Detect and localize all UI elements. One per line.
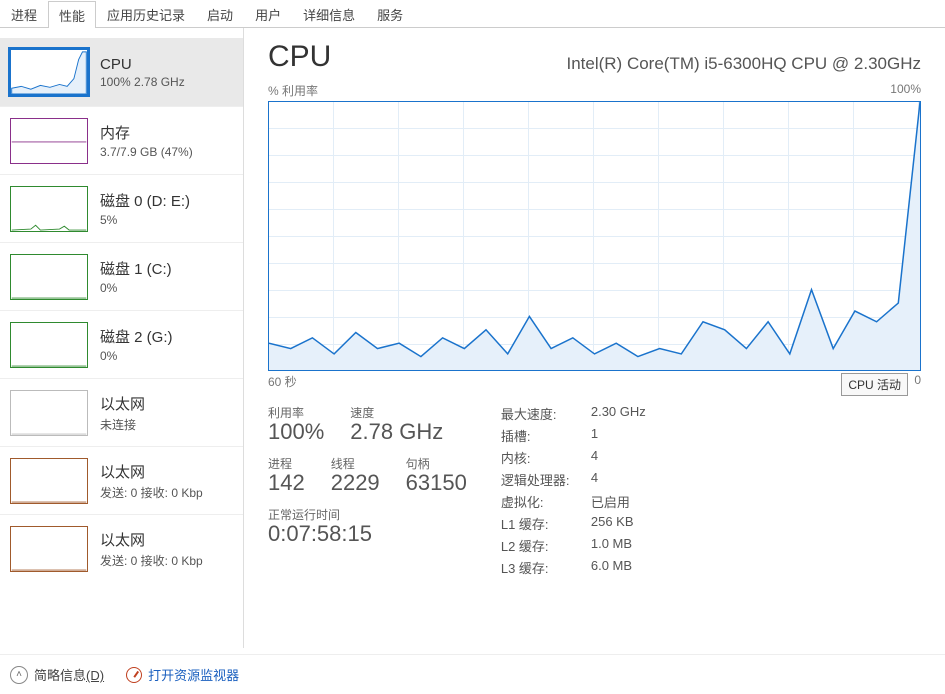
tab-启动[interactable]: 启动 — [196, 0, 244, 27]
sidebar-title: 磁盘 2 (G:) — [100, 326, 173, 347]
uptime-value: 0:07:58:15 — [268, 521, 467, 547]
sidebar-item-6[interactable]: 以太网发送: 0 接收: 0 Kbp — [0, 446, 243, 514]
cpu-chart-svg — [269, 102, 920, 370]
sidebar-thumb-icon — [10, 322, 88, 368]
sidebar-item-1[interactable]: 内存 3.7/7.9 GB (47%) — [0, 106, 243, 174]
detail-title: CPU — [268, 40, 331, 74]
spec-row: 内核:4 — [501, 448, 646, 470]
sidebar-item-3[interactable]: 磁盘 1 (C:) 0% — [0, 242, 243, 310]
open-resource-monitor-link[interactable]: 打开资源监视器 — [148, 665, 239, 684]
sidebar-subtitle: 发送: 0 接收: 0 Kbp — [100, 484, 203, 501]
sidebar-title: 磁盘 0 (D: E:) — [100, 190, 190, 211]
cpu-model: Intel(R) Core(TM) i5-6300HQ CPU @ 2.30GH… — [566, 54, 921, 74]
spec-row: L3 缓存:6.0 MB — [501, 558, 646, 580]
cpu-specs: 最大速度:2.30 GHz插槽:1内核:4逻辑处理器:4虚拟化:已启用L1 缓存… — [501, 404, 646, 580]
stat-速度: 速度2.78 GHz — [350, 404, 443, 445]
tab-用户[interactable]: 用户 — [244, 0, 292, 27]
spec-row: 逻辑处理器:4 — [501, 470, 646, 492]
sidebar-title: CPU — [100, 56, 185, 73]
chart-ymax: 100% — [890, 82, 921, 99]
sidebar-subtitle: 发送: 0 接收: 0 Kbp — [100, 552, 203, 569]
tab-服务[interactable]: 服务 — [366, 0, 414, 27]
sidebar-thumb-icon — [10, 390, 88, 436]
tab-详细信息[interactable]: 详细信息 — [292, 0, 366, 27]
cpu-detail-pane: CPU Intel(R) Core(TM) i5-6300HQ CPU @ 2.… — [244, 28, 945, 648]
sidebar-item-7[interactable]: 以太网发送: 0 接收: 0 Kbp — [0, 514, 243, 582]
sidebar-thumb-icon — [10, 118, 88, 164]
sidebar-subtitle: 未连接 — [100, 416, 145, 433]
spec-row: L1 缓存:256 KB — [501, 514, 646, 536]
sidebar-title: 以太网 — [100, 461, 203, 482]
cpu-chart[interactable]: CPU 活动 — [268, 101, 921, 371]
sidebar-subtitle: 0% — [100, 281, 172, 295]
stat-句柄: 句柄63150 — [406, 455, 467, 496]
chart-xleft: 60 秒 — [268, 373, 297, 390]
sidebar-title: 磁盘 1 (C:) — [100, 258, 172, 279]
sidebar-item-0[interactable]: CPU 100% 2.78 GHz — [0, 38, 243, 106]
tab-进程[interactable]: 进程 — [0, 0, 48, 27]
chart-xright: 0 — [914, 373, 921, 390]
spec-row: 插槽:1 — [501, 426, 646, 448]
stat-进程: 进程142 — [268, 455, 305, 496]
sidebar-subtitle: 0% — [100, 349, 173, 363]
tab-应用历史记录[interactable]: 应用历史记录 — [96, 0, 196, 27]
sidebar-item-2[interactable]: 磁盘 0 (D: E:) 5% — [0, 174, 243, 242]
spec-row: L2 缓存:1.0 MB — [501, 536, 646, 558]
stat-线程: 线程2229 — [331, 455, 380, 496]
sidebar-thumb-icon — [10, 526, 88, 572]
sidebar-thumb-icon — [10, 254, 88, 300]
sidebar-title: 以太网 — [100, 393, 145, 414]
sidebar-item-5[interactable]: 以太网未连接 — [0, 378, 243, 446]
sidebar-thumb-icon — [10, 186, 88, 232]
sidebar-thumb-icon — [10, 458, 88, 504]
sidebar-thumb-icon — [10, 49, 88, 95]
sidebar-subtitle: 5% — [100, 213, 190, 227]
stat-利用率: 利用率100% — [268, 404, 324, 445]
chevron-up-icon[interactable]: ˄ — [10, 666, 28, 684]
summary-link[interactable]: 简略信息(D) — [34, 665, 104, 684]
footer-bar: ˄ 简略信息(D) 打开资源监视器 — [0, 654, 945, 694]
sidebar-subtitle: 100% 2.78 GHz — [100, 75, 185, 89]
tab-性能[interactable]: 性能 — [48, 1, 96, 28]
stats-left: 利用率100%速度2.78 GHz 进程142线程2229句柄63150 正常运… — [268, 404, 467, 580]
spec-row: 虚拟化:已启用 — [501, 492, 646, 514]
perf-sidebar: CPU 100% 2.78 GHz 内存 3.7/7.9 GB (47%) 磁盘 0 (… — [0, 28, 244, 648]
sidebar-title: 内存 — [100, 122, 193, 143]
sidebar-subtitle: 3.7/7.9 GB (47%) — [100, 145, 193, 159]
tab-bar: 进程性能应用历史记录启动用户详细信息服务 — [0, 0, 945, 28]
resource-monitor-icon — [126, 667, 142, 683]
chart-tooltip: CPU 活动 — [841, 373, 908, 396]
spec-row: 最大速度:2.30 GHz — [501, 404, 646, 426]
sidebar-item-4[interactable]: 磁盘 2 (G:) 0% — [0, 310, 243, 378]
chart-ylabel: % 利用率 — [268, 82, 318, 99]
sidebar-title: 以太网 — [100, 529, 203, 550]
